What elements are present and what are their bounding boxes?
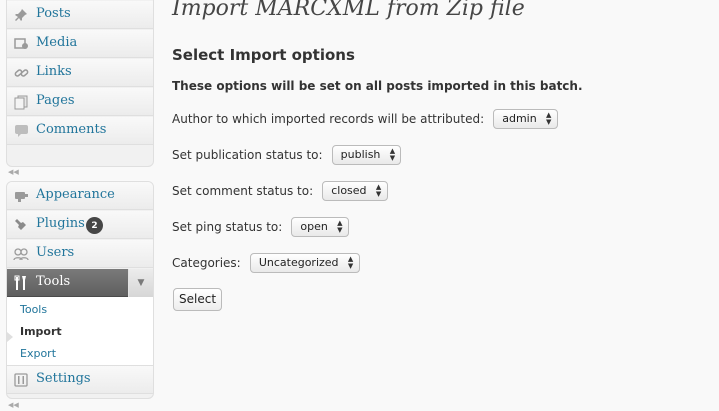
pages-icon	[13, 94, 29, 110]
select-arrows-icon: ▲ ▼	[337, 218, 343, 234]
sidebar-item-label: Tools	[36, 274, 71, 289]
comment-status-select[interactable]: closed ▲ ▼	[322, 180, 388, 201]
select-value: publish	[340, 147, 381, 161]
categories-select[interactable]: Uncategorized ▲ ▼	[249, 252, 360, 273]
sidebar-item-settings[interactable]: Settings	[7, 366, 153, 394]
select-arrows-icon: ▲ ▼	[347, 254, 354, 270]
collapse-arrow-icon[interactable]: ◀◀	[8, 168, 19, 176]
sidebar-item-label: Settings	[36, 371, 91, 386]
comments-icon	[13, 123, 29, 139]
categories-row: Categories: Uncategorized ▲ ▼	[172, 252, 360, 274]
page-title: Import MARCXML from Zip file	[172, 0, 525, 21]
link-icon	[13, 65, 29, 81]
publication-status-row: Set publication status to: publish ▲ ▼	[172, 144, 402, 166]
sidebar-group-content: Posts Media Links Pages Comments	[6, 0, 154, 167]
select-value: closed	[331, 183, 367, 197]
select-value: Uncategorized	[258, 255, 339, 269]
select-arrows-icon: ▲ ▼	[389, 146, 396, 162]
sidebar-item-label: Media	[36, 35, 78, 50]
sidebar-item-posts[interactable]: Posts	[7, 1, 153, 29]
sidebar-item-media[interactable]: Media	[7, 30, 153, 58]
tools-icon	[13, 275, 29, 291]
publication-status-select[interactable]: publish ▲ ▼	[331, 144, 402, 165]
sidebar-item-links[interactable]: Links	[7, 59, 153, 87]
users-icon	[13, 246, 29, 262]
sidebar-item-users[interactable]: Users	[7, 240, 153, 268]
sidebar-item-label: Plugins	[36, 216, 85, 231]
sidebar-item-plugins[interactable]: Plugins 2	[7, 211, 153, 239]
sidebar-item-pages[interactable]: Pages	[7, 88, 153, 116]
select-value: open	[300, 219, 328, 233]
ping-status-label: Set ping status to:	[172, 219, 283, 234]
comment-status-label: Set comment status to:	[172, 183, 314, 198]
select-arrows-icon: ▲ ▼	[546, 110, 552, 126]
collapse-arrow-icon[interactable]: ◀◀	[8, 401, 19, 409]
sidebar-item-label: Posts	[36, 6, 71, 21]
categories-label: Categories:	[172, 255, 241, 270]
sidebar-item-label: Users	[36, 245, 75, 260]
author-option-row: Author to which imported records will be…	[172, 108, 558, 130]
author-select[interactable]: admin ▲ ▼	[493, 108, 558, 129]
sidebar-item-label: Appearance	[36, 187, 115, 202]
submenu-item-import[interactable]: Import	[20, 325, 62, 338]
sidebar-item-appearance[interactable]: Appearance	[7, 182, 153, 210]
select-arrows-icon: ▲ ▼	[375, 182, 382, 198]
select-submit-button[interactable]: Select	[173, 288, 223, 311]
appearance-icon	[13, 188, 29, 204]
current-page-pointer-icon	[7, 332, 13, 342]
sidebar-item-label: Pages	[36, 93, 75, 108]
sidebar-item-comments[interactable]: Comments	[7, 117, 153, 145]
pushpin-icon	[13, 7, 29, 23]
section-title: Select Import options	[172, 46, 355, 64]
comment-status-row: Set comment status to: closed ▲ ▼	[172, 180, 388, 202]
batch-note: These options will be set on all posts i…	[172, 79, 583, 93]
select-value: admin	[502, 111, 537, 125]
submenu-item-export[interactable]: Export	[20, 347, 56, 360]
settings-icon	[13, 372, 29, 388]
plugins-icon	[13, 217, 29, 233]
ping-status-select[interactable]: open ▲ ▼	[291, 216, 349, 237]
sidebar-item-label: Comments	[36, 122, 107, 137]
ping-status-row: Set ping status to: open ▲ ▼	[172, 216, 349, 238]
sidebar-item-label: Links	[36, 64, 72, 79]
sidebar-group-admin: Appearance Plugins 2 Users Tools ▼ Tools…	[6, 181, 154, 399]
media-icon	[13, 36, 29, 52]
admin-sidebar: Posts Media Links Pages Comments ◀◀ Appe…	[0, 0, 160, 411]
publication-status-label: Set publication status to:	[172, 147, 323, 162]
author-label: Author to which imported records will be…	[172, 111, 485, 126]
chevron-down-icon[interactable]: ▼	[128, 269, 153, 297]
sidebar-item-tools[interactable]: Tools ▼	[7, 269, 153, 297]
plugins-update-count-badge: 2	[86, 217, 103, 234]
submenu-item-tools[interactable]: Tools	[20, 303, 47, 316]
tools-submenu: Tools Import Export	[7, 297, 153, 366]
